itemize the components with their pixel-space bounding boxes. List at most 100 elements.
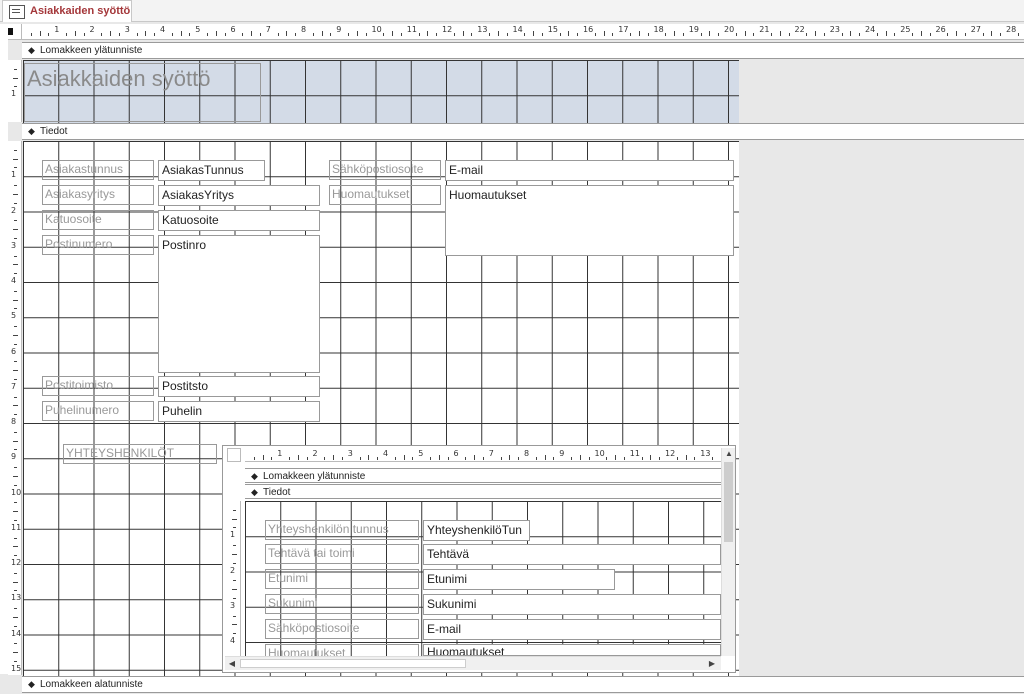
- sub-label-sukunimi[interactable]: Sukunimi: [265, 594, 419, 614]
- label-sahkopostiosoite[interactable]: Sähköpostiosoite: [329, 160, 441, 180]
- ruler-tick: [259, 33, 261, 36]
- sub-textbox-huomautukset[interactable]: Huomautukset: [423, 644, 721, 656]
- ruler-tick: [232, 589, 237, 591]
- ruler-tick: [13, 158, 18, 160]
- label-yhteyshenkilot[interactable]: YHTEYSHENKILÖT: [63, 444, 217, 464]
- ruler-tick: [13, 405, 18, 407]
- vertical-ruler-header[interactable]: 1: [8, 60, 22, 122]
- ruler-tick: [286, 31, 288, 36]
- scroll-left-icon[interactable]: ◀: [226, 658, 238, 670]
- ruler-tick: [676, 457, 678, 460]
- textbox-email[interactable]: E-mail: [445, 160, 734, 181]
- label-asiakasyritys[interactable]: Asiakasyritys: [42, 185, 154, 205]
- ruler-tick: [14, 484, 17, 486]
- detail-section-bar[interactable]: ◆ Tiedot: [22, 123, 1024, 140]
- left-margin: [0, 24, 8, 674]
- ruler-tick: [612, 33, 614, 36]
- ruler-tick: [232, 624, 237, 626]
- ruler-tick: [368, 455, 370, 460]
- ruler-tick: [674, 31, 676, 36]
- ruler-tick: [14, 431, 17, 433]
- ruler-tick: [13, 229, 18, 231]
- ruler-number: 6: [453, 449, 459, 458]
- subform-header-label: Lomakkeen ylätunniste: [263, 471, 366, 482]
- ruler-number: 11: [629, 449, 640, 458]
- ruler-tick: [321, 31, 323, 36]
- ruler-tick: [189, 33, 191, 36]
- ruler-tick: [224, 33, 226, 36]
- textbox-postitsto[interactable]: Postitsto: [158, 376, 320, 397]
- ruler-number: 3: [124, 25, 130, 34]
- ruler-tick: [394, 457, 396, 460]
- ruler-number: 3: [347, 449, 353, 458]
- ruler-tick: [947, 33, 949, 36]
- textbox-postinro[interactable]: Postinro: [158, 235, 320, 373]
- ruler-number: 4: [230, 636, 236, 645]
- sub-label-tehtava[interactable]: Tehtävä tai toimi: [265, 544, 419, 564]
- label-asiakastunnus[interactable]: Asiakastunnus: [42, 160, 154, 180]
- ruler-number: 24: [865, 25, 876, 34]
- label-postinumero[interactable]: Postinumero: [42, 235, 154, 255]
- ruler-tick: [876, 33, 878, 36]
- sub-label-yhteyshenkilon-tunnus[interactable]: Yhteyshenkilön tunnus: [265, 520, 419, 540]
- ruler-tick: [753, 33, 755, 36]
- textbox-asiakastunnus[interactable]: AsiakasTunnus: [158, 160, 265, 181]
- scroll-right-icon[interactable]: ▶: [706, 658, 718, 670]
- label-puhelinumero[interactable]: Puhelinumero: [42, 401, 154, 421]
- sub-label-etunimi[interactable]: Etunimi: [265, 569, 419, 589]
- ruler-number: 6: [230, 25, 236, 34]
- ruler-tick: [462, 31, 464, 36]
- form-header-section-bar[interactable]: ◆ Lomakkeen ylätunniste: [22, 42, 1024, 59]
- subform-horizontal-scrollbar[interactable]: ◀ ▶: [225, 656, 721, 670]
- textbox-huomautukset[interactable]: Huomautukset: [445, 185, 734, 256]
- textbox-puhelin[interactable]: Puhelin: [158, 401, 320, 422]
- ruler-number: 1: [54, 25, 60, 34]
- ruler-number: 9: [11, 452, 17, 462]
- subform-vertical-scroll-thumb[interactable]: [724, 462, 733, 542]
- subform-horizontal-scroll-thumb[interactable]: [240, 659, 466, 668]
- subform-detail-section-bar[interactable]: ◆ Tiedot: [245, 484, 721, 499]
- sub-textbox-tehtava[interactable]: Tehtävä: [423, 544, 721, 565]
- scroll-up-icon[interactable]: ▲: [723, 448, 735, 460]
- subform-horizontal-ruler[interactable]: 1 2 3 4 5 6 7 8 9 10 11 12 13: [245, 448, 721, 462]
- ruler-tick: [295, 33, 297, 36]
- ruler-tick: [312, 33, 314, 36]
- subform-vertical-ruler[interactable]: 1 2 3 4: [227, 501, 241, 656]
- label-huomautukset[interactable]: Huomautukset: [329, 185, 441, 205]
- ruler-tick: [638, 31, 640, 36]
- ruler-tick: [13, 581, 18, 583]
- ruler-tick: [885, 31, 887, 36]
- form-title-label[interactable]: Asiakkaiden syöttö: [24, 63, 261, 122]
- ruler-tick: [500, 457, 502, 460]
- document-tab[interactable]: Asiakkaiden syöttö: [2, 0, 132, 22]
- section-arrow-icon: ◆: [251, 471, 258, 481]
- ruler-tick: [615, 455, 617, 460]
- horizontal-ruler[interactable]: 1 2 3 4 5 6 7 8 9 10 11 12 13 14 15 16 17 18 19 20 21 22 23 24 2…: [22, 24, 1024, 40]
- textbox-asiakasyritys[interactable]: AsiakasYritys: [158, 185, 320, 206]
- ruler-tick: [553, 457, 555, 460]
- label-postitoimisto[interactable]: Postitoimisto: [42, 376, 154, 396]
- sub-textbox-email[interactable]: E-mail: [423, 619, 721, 640]
- subform-header-section-bar[interactable]: ◆ Lomakkeen ylätunniste: [245, 468, 721, 483]
- ruler-tick: [14, 519, 17, 521]
- vertical-ruler-detail[interactable]: 1 2 3 4 5 6 7 8 9 10 11 12 13 14 15: [8, 141, 22, 675]
- ruler-tick: [262, 455, 264, 460]
- label-katuosoite[interactable]: Katuosoite: [42, 210, 154, 230]
- ruler-number: 14: [11, 628, 22, 638]
- ruler-tick: [118, 33, 120, 36]
- ruler-number: 21: [759, 25, 770, 34]
- subform-selector[interactable]: [227, 448, 241, 462]
- subform-yhteyshenkilot[interactable]: 1 2 3 4 5 6 7 8 9 10 11 12 13 ◆ Lomakkeen ylätunnist…: [222, 445, 736, 673]
- ruler-number: 10: [371, 25, 382, 34]
- ruler-number: 1: [277, 449, 283, 458]
- ruler-tick: [14, 68, 17, 70]
- textbox-katuosoite[interactable]: Katuosoite: [158, 210, 320, 231]
- subform-vertical-scrollbar[interactable]: ▲: [721, 448, 735, 656]
- sub-textbox-yhteyshenkilotunnus[interactable]: YhteyshenkilöTun: [423, 520, 530, 541]
- form-footer-section-bar[interactable]: ◆ Lomakkeen alatunniste: [22, 676, 1024, 693]
- sub-textbox-sukunimi[interactable]: Sukunimi: [423, 594, 721, 615]
- ruler-tick: [14, 149, 17, 151]
- sub-textbox-etunimi[interactable]: Etunimi: [423, 569, 615, 590]
- sub-label-sahkopostiosoite[interactable]: Sähköpostiosoite: [265, 619, 419, 639]
- section-arrow-icon: ◆: [28, 679, 35, 689]
